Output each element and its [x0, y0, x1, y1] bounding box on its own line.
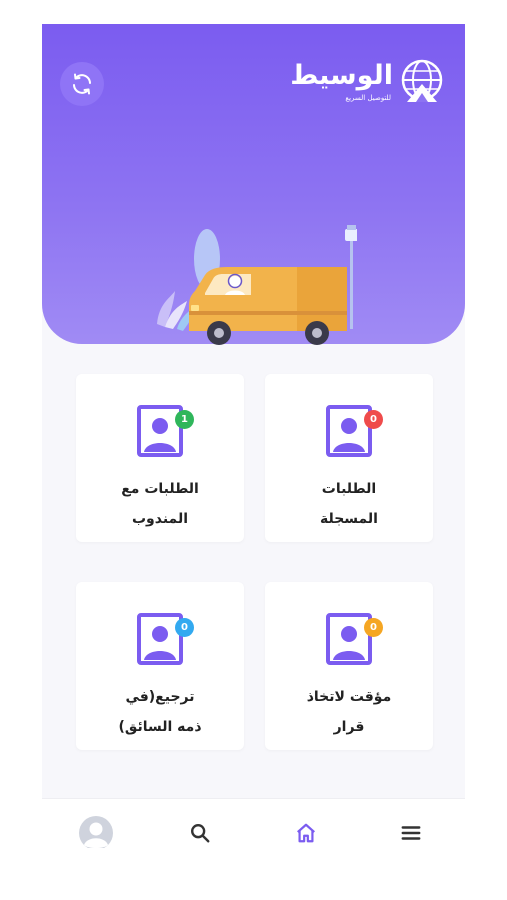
home-icon — [297, 823, 315, 843]
nav-search[interactable] — [180, 813, 220, 848]
delivery-van-illustration — [157, 225, 357, 345]
count-badge: 1 — [175, 410, 194, 429]
nav-home[interactable] — [286, 813, 326, 848]
count-badge: 0 — [364, 618, 383, 637]
card-label: الطلبات مع المندوب — [84, 474, 236, 534]
refresh-icon — [73, 73, 91, 95]
card-label-line1: الطلبات مع — [121, 481, 199, 497]
card-label: مؤقت لاتخاذ قرار — [273, 682, 425, 742]
card-returns[interactable]: 0 ترجيع(في ذمه السائق) — [76, 582, 244, 750]
card-orders-with-courier[interactable]: 1 الطلبات مع المندوب — [76, 374, 244, 542]
nav-menu[interactable] — [391, 813, 431, 848]
card-label-line1: ترجيع(في — [125, 689, 195, 705]
count-badge: 0 — [175, 618, 194, 637]
search-icon — [191, 824, 210, 843]
card-label-line1: مؤقت لاتخاذ — [306, 689, 392, 705]
card-label-line2: ذمه السائق) — [118, 719, 202, 735]
refresh-button[interactable] — [60, 62, 104, 106]
brand-tagline: للتوصيل السريع — [345, 94, 391, 102]
card-label-line2: قرار — [333, 719, 365, 735]
brand-logo: الوسيط للتوصيل السريع — [290, 58, 445, 108]
card-label-line2: المسجلة — [320, 511, 378, 527]
globe-logo-icon — [401, 59, 443, 102]
count-badge: 0 — [364, 410, 383, 429]
card-label: الطلبات المسجلة — [273, 474, 425, 534]
card-label-line2: المندوب — [131, 511, 188, 527]
nav-profile[interactable] — [76, 813, 116, 848]
brand-name: الوسيط — [290, 60, 393, 91]
card-registered-orders[interactable]: 0 الطلبات المسجلة — [265, 374, 433, 542]
avatar-icon — [79, 816, 113, 848]
card-label-line1: الطلبات — [321, 481, 377, 497]
header-banner: الوسيط للتوصيل السريع — [42, 24, 465, 345]
card-pending-decision[interactable]: 0 مؤقت لاتخاذ قرار — [265, 582, 433, 750]
menu-icon — [401, 826, 421, 840]
card-label: ترجيع(في ذمه السائق) — [84, 682, 236, 742]
app-screen: الوسيط للتوصيل السريع 0 الطلبات المسجلة … — [42, 24, 465, 848]
bottom-navigation — [42, 798, 465, 848]
